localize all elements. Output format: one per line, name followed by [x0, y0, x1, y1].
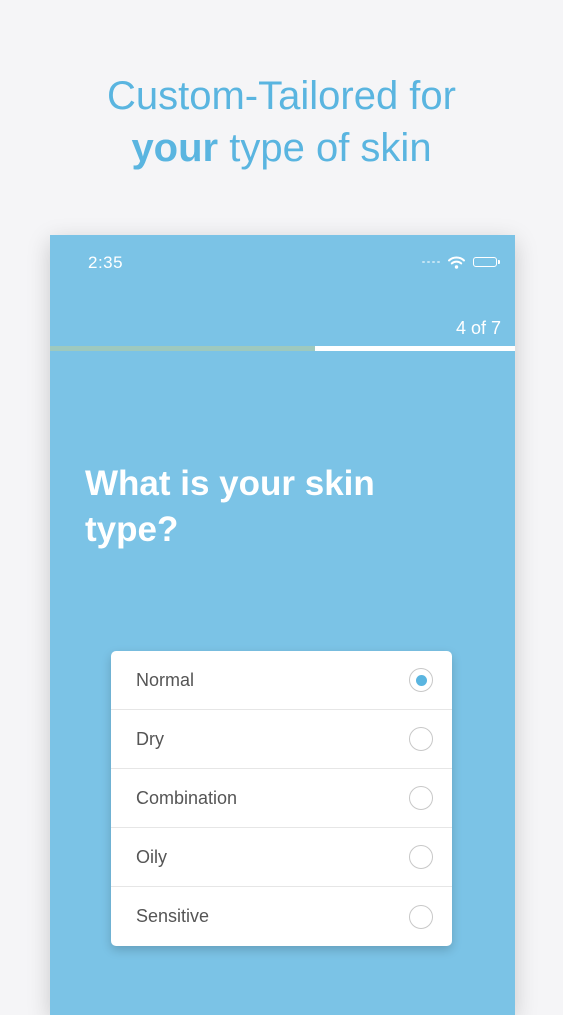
phone-screen: 2:35 4 of 7 What is your skin type? Norm… [50, 235, 515, 1015]
status-icons [422, 255, 500, 269]
skin-type-options: Normal Dry Combination Oily Sensitive [111, 651, 452, 946]
progress-counter: 4 of 7 [455, 318, 501, 338]
progress-bar [50, 346, 515, 351]
option-dry[interactable]: Dry [111, 710, 452, 769]
option-combination[interactable]: Combination [111, 769, 452, 828]
progress-bar-fill [50, 346, 316, 351]
radio-button-icon[interactable] [409, 845, 433, 869]
headline-line-2-rest: type of skin [218, 126, 432, 170]
status-time: 2:35 [88, 253, 124, 272]
option-label: Dry [136, 728, 164, 749]
cellular-signal-icon [422, 261, 440, 263]
radio-button-icon[interactable] [409, 904, 433, 929]
option-oily[interactable]: Oily [111, 828, 452, 887]
option-sensitive[interactable]: Sensitive [111, 887, 452, 946]
question-title: What is your skin type? [85, 464, 375, 549]
radio-button-icon[interactable] [409, 668, 433, 692]
option-label: Combination [136, 787, 238, 808]
marketing-headline: Custom-Tailored for your type of skin [0, 70, 563, 174]
headline-line-1: Custom-Tailored for [106, 74, 456, 118]
wifi-icon [448, 256, 465, 269]
option-label: Normal [136, 669, 195, 690]
radio-button-icon[interactable] [409, 786, 433, 810]
radio-button-icon[interactable] [409, 727, 433, 751]
option-normal[interactable]: Normal [111, 651, 452, 710]
headline-emphasis: your [131, 126, 219, 170]
headline-line-2: your type of skin [0, 122, 563, 174]
option-label: Oily [136, 846, 167, 867]
option-label: Sensitive [136, 906, 210, 926]
battery-icon [473, 257, 500, 267]
